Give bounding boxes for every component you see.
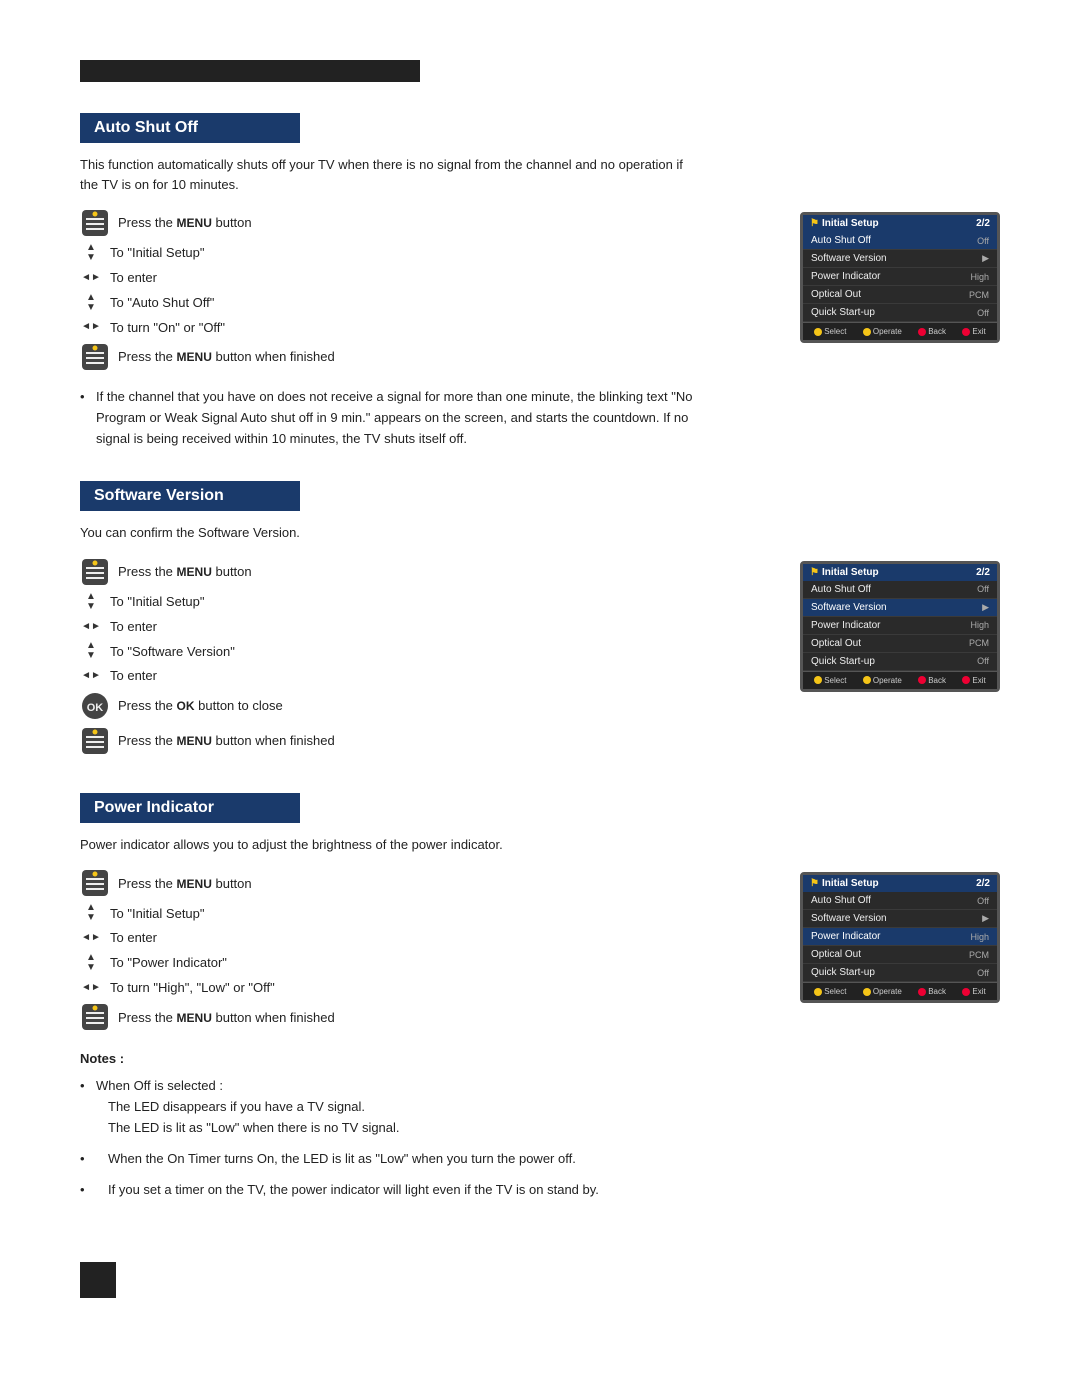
tv-screen: ⚑Initial Setup 2/2 Auto Shut Off Off Sof… — [800, 561, 1000, 692]
note-item: When Off is selected :The LED disappears… — [80, 1076, 720, 1138]
instruction-row: Press the MENU button when finished — [80, 1002, 772, 1032]
instruction-row: ◄► To enter — [80, 666, 772, 686]
instruction-row: Press the MENU button when finished — [80, 726, 772, 756]
section-power-indicator: Power Indicator Power indicator allows y… — [80, 793, 1000, 1200]
instruction-row: ▲ ▼ To "Software Version" — [80, 641, 772, 661]
instruction-row: ◄► To enter — [80, 928, 772, 948]
instruction-row: ◄► To enter — [80, 617, 772, 637]
tv-menu-item: Auto Shut Off Off — [803, 232, 997, 250]
tv-menu-item: Power Indicator High — [803, 928, 997, 946]
tv-menu-item: Quick Start-up Off — [803, 964, 997, 982]
section-desc: This function automatically shuts off yo… — [80, 155, 700, 194]
tv-menu-item: Auto Shut Off Off — [803, 892, 997, 910]
page-number-box — [80, 1262, 116, 1298]
tv-menu-item: Power Indicator High — [803, 268, 997, 286]
instruction-row: Press the MENU button when finished — [80, 342, 772, 372]
note-item: When the On Timer turns On, the LED is l… — [80, 1149, 720, 1170]
instruction-row: ◄► To turn "On" or "Off" — [80, 318, 772, 338]
instructions: Press the MENU button ▲ ▼ To "Initial Se… — [80, 208, 772, 377]
instruction-row: ◄► To enter — [80, 268, 772, 288]
section-body: Press the MENU button ▲ ▼ To "Initial Se… — [80, 557, 1000, 761]
section-desc: You can confirm the Software Version. — [80, 523, 700, 543]
svg-text:OK: OK — [87, 702, 104, 714]
tv-menu-item: Power Indicator High — [803, 617, 997, 635]
section-auto-shut-off: Auto Shut Off This function automaticall… — [80, 113, 1000, 449]
instruction-row: ▲ ▼ To "Initial Setup" — [80, 592, 772, 612]
tv-menu-item: Software Version ▶ — [803, 910, 997, 928]
instruction-row: ▲ ▼ To "Power Indicator" — [80, 953, 772, 973]
tv-menu-item: Quick Start-up Off — [803, 304, 997, 322]
tv-menu-item: Software Version ▶ — [803, 250, 997, 268]
tv-header: ⚑Initial Setup 2/2 — [803, 875, 997, 892]
tv-menu-item: Optical Out PCM — [803, 635, 997, 653]
tv-header: ⚑Initial Setup 2/2 — [803, 564, 997, 581]
section-body: Press the MENU button ▲ ▼ To "Initial Se… — [80, 868, 1000, 1037]
tv-menu-item: Optical Out PCM — [803, 286, 997, 304]
tv-header: ⚑Initial Setup 2/2 — [803, 215, 997, 232]
instruction-row: Press the MENU button — [80, 557, 772, 587]
section-title: Power Indicator — [80, 793, 300, 823]
instruction-row: Press the MENU button — [80, 868, 772, 898]
section-desc: Power indicator allows you to adjust the… — [80, 835, 700, 855]
instruction-row: OK Press the OK button to close — [80, 691, 772, 721]
instruction-row: ◄► To turn "High", "Low" or "Off" — [80, 978, 772, 998]
instruction-row: Press the MENU button — [80, 208, 772, 238]
instruction-row: ▲ ▼ To "Auto Shut Off" — [80, 293, 772, 313]
tv-footer: Select Operate Back Exit — [803, 671, 997, 689]
tv-footer: Select Operate Back Exit — [803, 982, 997, 1000]
tv-menu-item: Auto Shut Off Off — [803, 581, 997, 599]
page-title — [80, 60, 420, 82]
section-title: Auto Shut Off — [80, 113, 300, 143]
tv-menu-item: Optical Out PCM — [803, 946, 997, 964]
instruction-row: ▲ ▼ To "Initial Setup" — [80, 903, 772, 923]
instructions: Press the MENU button ▲ ▼ To "Initial Se… — [80, 557, 772, 761]
tv-footer: Select Operate Back Exit — [803, 322, 997, 340]
tv-screen: ⚑Initial Setup 2/2 Auto Shut Off Off Sof… — [800, 212, 1000, 343]
instructions: Press the MENU button ▲ ▼ To "Initial Se… — [80, 868, 772, 1037]
section-body: Press the MENU button ▲ ▼ To "Initial Se… — [80, 208, 1000, 377]
tv-menu-item: Software Version ▶ — [803, 599, 997, 617]
instruction-row: ▲ ▼ To "Initial Setup" — [80, 243, 772, 263]
tv-screen: ⚑Initial Setup 2/2 Auto Shut Off Off Sof… — [800, 872, 1000, 1003]
note-item: If you set a timer on the TV, the power … — [80, 1180, 720, 1201]
tv-menu-item: Quick Start-up Off — [803, 653, 997, 671]
section-software-version: Software Version You can confirm the Sof… — [80, 481, 1000, 761]
section-title: Software Version — [80, 481, 300, 511]
notes-label: Notes : — [80, 1051, 1000, 1066]
bullet-note: If the channel that you have on does not… — [80, 387, 720, 449]
